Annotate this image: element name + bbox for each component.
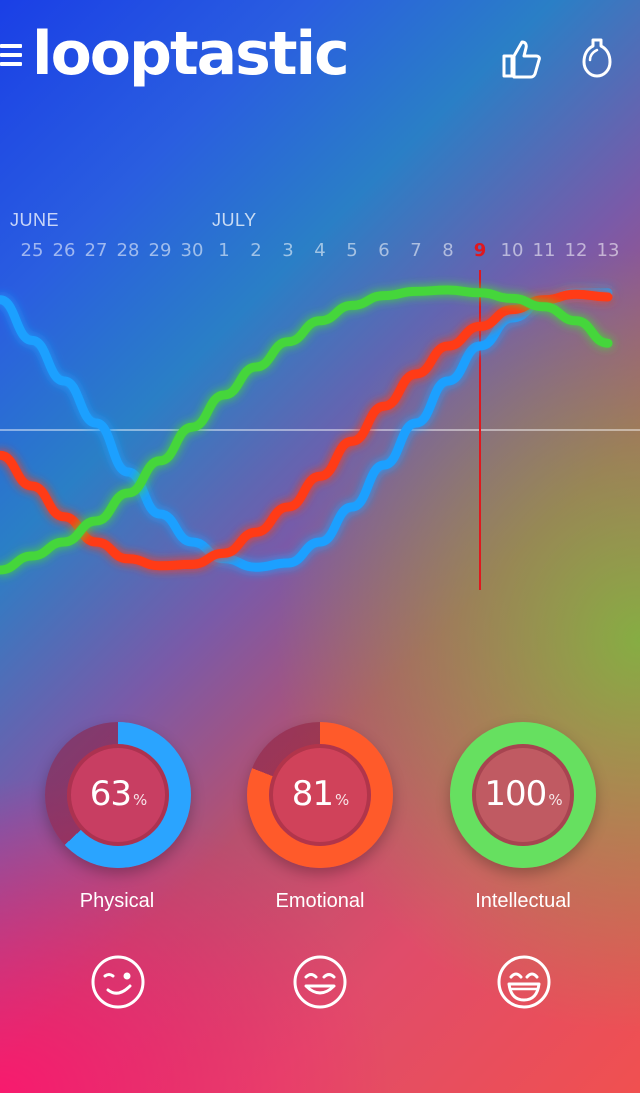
day-label[interactable]: 12 xyxy=(560,240,592,261)
thumbs-up-icon[interactable] xyxy=(500,36,544,80)
gauge-intellectual[interactable]: 100% xyxy=(450,722,596,868)
day-label[interactable]: 7 xyxy=(400,240,432,261)
day-label[interactable]: 6 xyxy=(368,240,400,261)
winking-face-icon[interactable] xyxy=(90,954,146,1010)
day-label[interactable]: 13 xyxy=(592,240,624,261)
day-label[interactable]: 28 xyxy=(112,240,144,261)
day-label[interactable]: 10 xyxy=(496,240,528,261)
light-bulb-icon[interactable] xyxy=(580,36,614,80)
gauge-value: 63% xyxy=(89,774,148,814)
month-label-july: JULY xyxy=(212,210,257,230)
grinning-face-icon[interactable] xyxy=(292,954,348,1010)
month-label-june: JUNE xyxy=(10,210,60,230)
gauge-label-physical: Physical xyxy=(79,890,155,912)
gauge-label-emotional: Emotional xyxy=(275,890,365,912)
hamburger-menu-icon[interactable] xyxy=(0,44,22,68)
day-label[interactable]: 1 xyxy=(208,240,240,261)
day-label[interactable]: 26 xyxy=(48,240,80,261)
day-label[interactable]: 3 xyxy=(272,240,304,261)
day-label[interactable]: 29 xyxy=(144,240,176,261)
day-label[interactable]: 11 xyxy=(528,240,560,261)
gauge-value: 81% xyxy=(291,774,350,814)
day-label[interactable]: 2 xyxy=(240,240,272,261)
gauge-physical[interactable]: 63% xyxy=(45,722,191,868)
day-label[interactable]: 5 xyxy=(336,240,368,261)
day-label-today[interactable]: 9 xyxy=(464,240,496,261)
biorhythm-chart xyxy=(0,270,640,590)
day-label[interactable]: 30 xyxy=(176,240,208,261)
app-logo: looptastic xyxy=(32,19,350,89)
gauge-emotional[interactable]: 81% xyxy=(247,722,393,868)
day-label[interactable]: 8 xyxy=(432,240,464,261)
day-label[interactable]: 4 xyxy=(304,240,336,261)
gauge-label-intellectual: Intellectual xyxy=(475,890,571,912)
day-label[interactable]: 27 xyxy=(80,240,112,261)
gauge-value: 100% xyxy=(484,774,562,814)
laughing-face-icon[interactable] xyxy=(496,954,552,1010)
day-label[interactable]: 25 xyxy=(16,240,48,261)
top-bar: looptastic xyxy=(0,0,640,120)
